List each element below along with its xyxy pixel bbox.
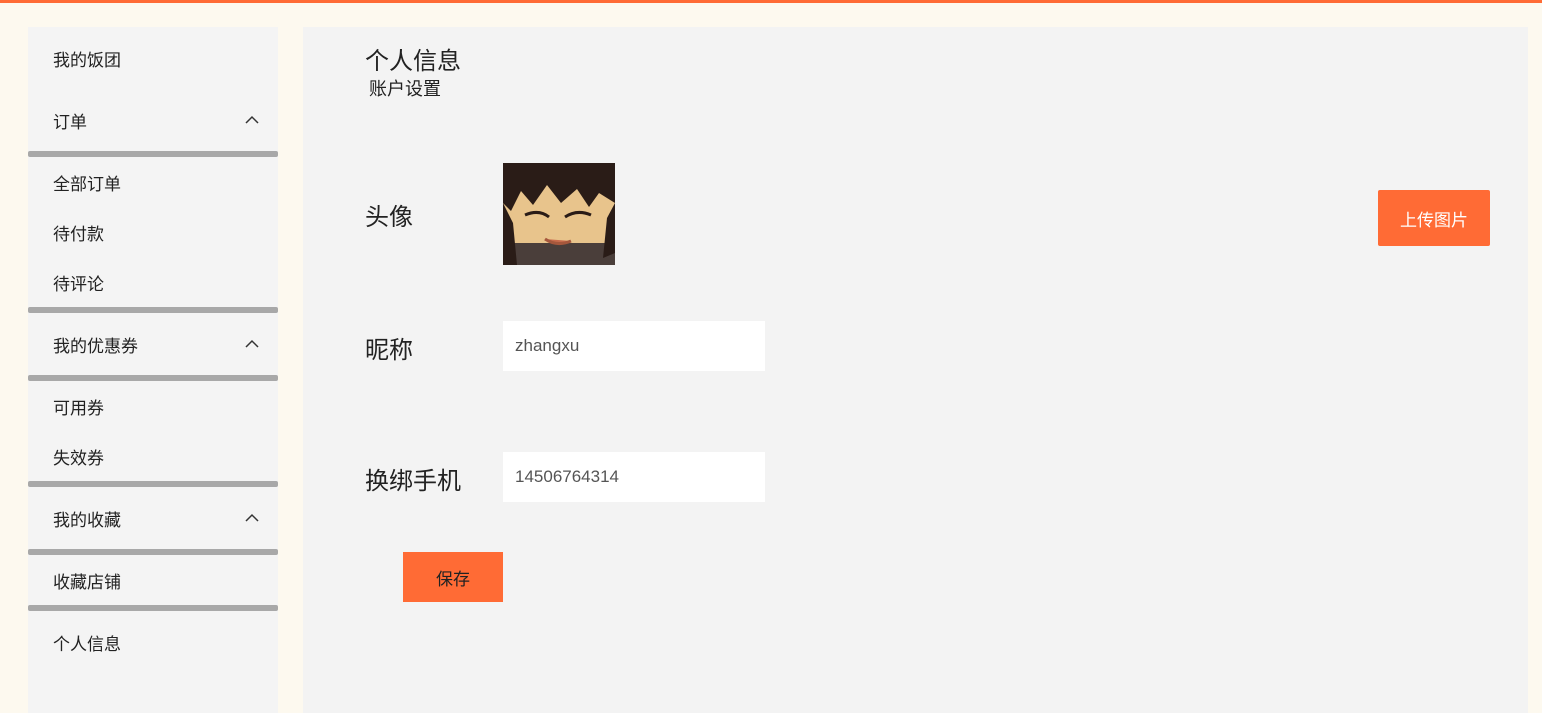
sidebar-section-label: 订单: [53, 112, 87, 133]
sidebar-item-available-coupons[interactable]: 可用券: [28, 381, 278, 431]
sidebar-item-label: 失效券: [53, 448, 104, 469]
sidebar-item-label: 待评论: [53, 274, 104, 295]
sidebar-section-label: 我的优惠券: [53, 336, 138, 357]
chevron-up-icon: [245, 115, 259, 124]
avatar-label: 头像: [365, 203, 413, 231]
sidebar-item-label: 我的饭团: [53, 50, 121, 71]
sidebar-item-label: 待付款: [53, 224, 104, 245]
sidebar-section-orders[interactable]: 订单: [28, 89, 278, 151]
avatar-image: [503, 163, 615, 265]
sidebar-item-label: 全部订单: [53, 174, 121, 195]
phone-label: 换绑手机: [365, 467, 461, 495]
sidebar-section-coupons[interactable]: 我的优惠券: [28, 313, 278, 375]
page-subtitle: 账户设置: [369, 79, 441, 100]
top-accent-line: [0, 0, 1542, 3]
profile-panel: 个人信息 账户设置 头像 上传图片 昵称 换绑手机 保存: [303, 27, 1528, 713]
sidebar-item-label: 个人信息: [53, 634, 121, 655]
sidebar-item-my-group[interactable]: 我的饭团: [28, 27, 278, 89]
chevron-up-icon: [245, 513, 259, 522]
sidebar-item-profile[interactable]: 个人信息: [28, 611, 278, 673]
sidebar-item-label: 可用券: [53, 398, 104, 419]
sidebar-item-pending-review[interactable]: 待评论: [28, 257, 278, 307]
sidebar-item-expired-coupons[interactable]: 失效券: [28, 431, 278, 481]
nickname-label: 昵称: [365, 336, 413, 364]
sidebar-item-label: 收藏店铺: [53, 572, 121, 593]
save-button[interactable]: 保存: [403, 552, 503, 602]
phone-input[interactable]: [503, 452, 765, 502]
upload-image-button[interactable]: 上传图片: [1378, 190, 1490, 246]
sidebar: 我的饭团 订单 全部订单 待付款 待评论 我的优惠券 可用券 失效券 我的收藏 …: [28, 27, 278, 713]
page-title: 个人信息: [365, 47, 461, 75]
sidebar-section-label: 我的收藏: [53, 510, 121, 531]
avatar: [503, 163, 615, 265]
chevron-up-icon: [245, 339, 259, 348]
sidebar-item-pending-payment[interactable]: 待付款: [28, 207, 278, 257]
nickname-input[interactable]: [503, 321, 765, 371]
sidebar-item-all-orders[interactable]: 全部订单: [28, 157, 278, 207]
sidebar-section-favorites[interactable]: 我的收藏: [28, 487, 278, 549]
sidebar-item-favorite-shops[interactable]: 收藏店铺: [28, 555, 278, 605]
